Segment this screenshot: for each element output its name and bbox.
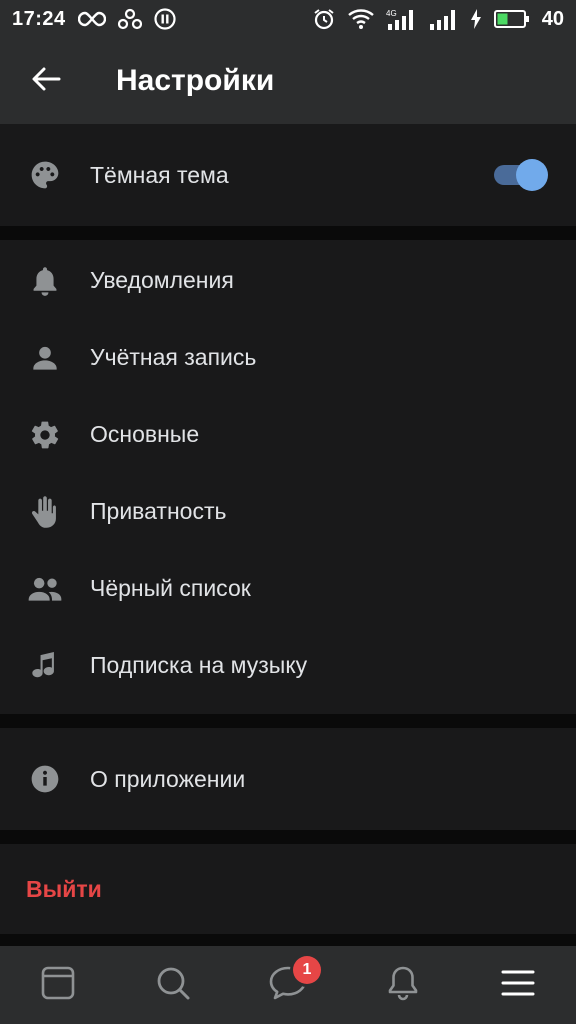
search-icon xyxy=(155,965,191,1006)
notifications-icon xyxy=(386,965,420,1006)
charging-icon xyxy=(470,9,482,29)
nav-notifications[interactable] xyxy=(368,950,438,1020)
logout-group: Выйти xyxy=(0,844,576,934)
settings-item-general[interactable]: Основные xyxy=(0,396,576,473)
settings-item-label: Учётная запись xyxy=(90,344,257,370)
status-bar: 17:24 4G 40 xyxy=(0,0,576,38)
toggle-thumb xyxy=(516,159,548,191)
settings-item-privacy[interactable]: Приватность xyxy=(0,473,576,550)
signal-4g-icon: 4G xyxy=(386,8,416,30)
about-label: О приложении xyxy=(90,765,246,792)
status-bar-right: 4G 40 xyxy=(312,7,564,31)
dark-theme-toggle[interactable] xyxy=(494,158,548,192)
settings-item-label: Приватность xyxy=(90,498,227,524)
theme-group: Тёмная тема xyxy=(0,124,576,226)
settings-screen: 17:24 4G 40 Настройки Тёмная тема Уведом… xyxy=(0,0,576,1024)
logout-label: Выйти xyxy=(26,875,102,902)
settings-item-label: Основные xyxy=(90,421,200,447)
about-group: О приложении xyxy=(0,728,576,830)
logout-button[interactable]: Выйти xyxy=(0,844,576,934)
settings-item-music-subscription[interactable]: Подписка на музыку xyxy=(0,627,576,704)
settings-item-account[interactable]: Учётная запись xyxy=(0,319,576,396)
nav-newsfeed[interactable] xyxy=(23,950,93,1020)
settings-item-notifications[interactable]: Уведомления xyxy=(0,242,576,319)
status-time: 17:24 xyxy=(12,7,66,30)
battery-icon xyxy=(493,9,530,29)
battery-percent: 40 xyxy=(541,7,564,30)
nav-search[interactable] xyxy=(138,950,208,1020)
signal-icon xyxy=(428,8,458,30)
about-row[interactable]: О приложении xyxy=(0,728,576,830)
alarm-icon xyxy=(312,7,336,31)
pause-icon xyxy=(154,8,176,30)
settings-item-label: Подписка на музыку xyxy=(90,652,308,678)
hand-icon xyxy=(0,473,90,550)
nav-menu[interactable] xyxy=(483,950,553,1020)
info-icon xyxy=(0,741,90,818)
gear-icon xyxy=(0,396,90,473)
settings-group: Уведомления Учётная запись Основные Прив… xyxy=(0,240,576,714)
status-bar-left: 17:24 xyxy=(12,8,176,31)
svg-text:4G: 4G xyxy=(386,9,397,18)
bottom-nav: 1 xyxy=(0,946,576,1024)
arrow-left-icon xyxy=(31,66,61,97)
wifi-icon xyxy=(347,9,374,29)
page-title: Настройки xyxy=(116,64,275,97)
user-icon xyxy=(0,319,90,396)
newsfeed-icon xyxy=(40,965,76,1006)
settings-item-label: Чёрный список xyxy=(90,575,251,601)
app-header: Настройки xyxy=(0,38,576,124)
palette-icon xyxy=(0,137,90,214)
menu-icon xyxy=(501,968,535,1003)
dark-theme-row[interactable]: Тёмная тема xyxy=(0,124,576,226)
settings-item-label: Уведомления xyxy=(90,267,234,293)
settings-item-blacklist[interactable]: Чёрный список xyxy=(0,550,576,627)
bell-icon xyxy=(0,242,90,319)
vk-app-icon xyxy=(117,8,142,30)
users-icon xyxy=(0,550,90,627)
infinity-icon xyxy=(77,10,106,28)
dark-theme-label: Тёмная тема xyxy=(90,161,229,188)
back-button[interactable] xyxy=(0,38,92,124)
messages-badge: 1 xyxy=(292,956,321,984)
music-note-icon xyxy=(0,627,90,704)
nav-messages[interactable]: 1 xyxy=(253,950,323,1020)
